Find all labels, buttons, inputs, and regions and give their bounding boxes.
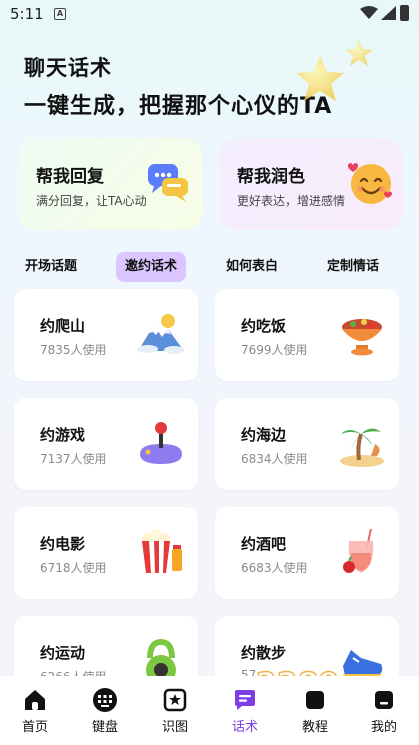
battery-icon xyxy=(400,5,409,21)
nav-label: 我的 xyxy=(370,720,397,735)
joystick-icon xyxy=(140,422,182,464)
topic-title: 约爬山 xyxy=(40,317,86,335)
nav-tutorial[interactable]: 教程 xyxy=(280,676,350,745)
nav-home[interactable]: 首页 xyxy=(0,676,70,745)
chat-bubbles-icon xyxy=(148,164,188,202)
keyboard-icon xyxy=(93,688,117,712)
profile-icon xyxy=(375,691,393,709)
nav-label: 教程 xyxy=(301,720,328,735)
food-bowl-icon xyxy=(342,319,382,356)
help-polish-card[interactable]: 帮我润色 更好表达，增进感情 xyxy=(219,138,403,230)
status-bar: 5:11 A xyxy=(0,0,419,30)
image-scan-icon xyxy=(163,688,187,712)
nav-label: 首页 xyxy=(21,720,48,735)
topic-title: 约游戏 xyxy=(40,426,86,444)
feature-title: 帮我回复 xyxy=(36,167,104,187)
chat-icon xyxy=(235,690,255,710)
topic-usage-count: 7699人使用 xyxy=(241,343,308,357)
nav-image-recognition[interactable]: 识图 xyxy=(140,676,210,745)
feature-subtitle: 满分回复，让TA心动 xyxy=(36,194,147,208)
wifi-icon xyxy=(360,6,378,19)
nav-keyboard[interactable]: 键盘 xyxy=(70,676,140,745)
nav-profile[interactable]: 我的 xyxy=(349,676,419,745)
topic-card[interactable]: 约爬山 7835人使用 xyxy=(14,289,198,381)
topic-card[interactable]: 约海边 6834人使用 xyxy=(215,398,399,490)
topic-card[interactable]: 约吃饭 7699人使用 xyxy=(215,289,399,381)
nav-label: 识图 xyxy=(161,720,188,735)
nav-label: 话术 xyxy=(231,720,258,735)
topic-usage-count: 6718人使用 xyxy=(40,561,107,575)
tab-invitation[interactable]: 邀约话术 xyxy=(116,252,186,282)
topic-title: 约运动 xyxy=(40,644,86,662)
home-icon xyxy=(25,690,45,710)
topic-card[interactable]: 约酒吧 6683人使用 xyxy=(215,507,399,599)
mountain-icon xyxy=(138,314,184,354)
tutorial-icon xyxy=(306,691,324,709)
drink-icon xyxy=(343,528,374,573)
topic-title: 约酒吧 xyxy=(241,535,287,553)
nav-chat-scripts[interactable]: 话术 xyxy=(210,676,280,745)
bottom-nav: 首页 键盘 识图 话术 教程 我的 xyxy=(0,676,419,745)
topic-title: 约海边 xyxy=(241,426,287,444)
topic-usage-count: 6683人使用 xyxy=(241,561,308,575)
topic-title: 约电影 xyxy=(40,535,86,553)
feature-subtitle: 更好表达，增进感情 xyxy=(237,194,346,208)
signal-icon xyxy=(381,6,396,20)
topic-title: 约散步 xyxy=(241,644,287,662)
help-reply-card[interactable]: 帮我回复 满分回复，让TA心动 xyxy=(18,138,202,230)
palm-tree-icon xyxy=(340,428,384,467)
topic-card[interactable]: 约游戏 7137人使用 xyxy=(14,398,198,490)
smiling-face-icon xyxy=(347,163,393,204)
topic-card[interactable]: 约电影 6718人使用 xyxy=(14,507,198,599)
notification-icon: A xyxy=(54,8,66,20)
topic-usage-count: 6834人使用 xyxy=(241,452,308,466)
topic-usage-count: 7835人使用 xyxy=(40,343,107,357)
topic-usage-count: 7137人使用 xyxy=(40,452,107,466)
status-time: 5:11 xyxy=(10,5,44,23)
popcorn-icon xyxy=(142,529,182,573)
stars-icon xyxy=(296,40,373,101)
tab-opening-topics[interactable]: 开场话题 xyxy=(18,252,84,282)
tab-confession[interactable]: 如何表白 xyxy=(219,252,285,282)
page-title: 聊天话术 xyxy=(24,56,112,80)
feature-title: 帮我润色 xyxy=(237,167,305,187)
topic-title: 约吃饭 xyxy=(241,317,287,335)
nav-label: 键盘 xyxy=(91,720,118,735)
tab-custom-love-words[interactable]: 定制情话 xyxy=(320,252,386,282)
